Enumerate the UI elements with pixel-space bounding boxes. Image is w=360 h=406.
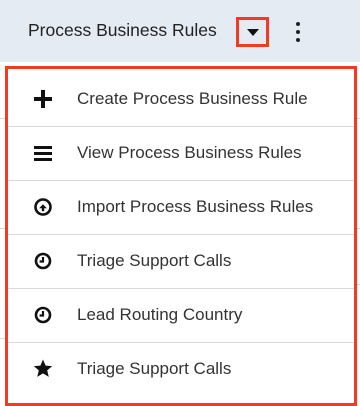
menu-item-label: Triage Support Calls xyxy=(77,251,232,270)
list-icon xyxy=(30,140,56,166)
clock-icon xyxy=(30,248,56,274)
menu-item-recent-lead-routing[interactable]: Lead Routing Country xyxy=(8,288,354,342)
clock-icon xyxy=(30,302,56,328)
actions-dropdown-menu: Create Process Business Rule View Proces… xyxy=(5,66,357,406)
menu-item-view[interactable]: View Process Business Rules xyxy=(8,126,354,180)
caret-down-icon xyxy=(247,29,259,36)
menu-item-create[interactable]: Create Process Business Rule xyxy=(8,72,354,126)
upload-circle-icon xyxy=(30,194,56,220)
kebab-menu-icon[interactable] xyxy=(294,22,302,44)
menu-item-label: Lead Routing Country xyxy=(77,305,243,324)
menu-item-import[interactable]: Import Process Business Rules xyxy=(8,180,354,234)
menu-item-label: Import Process Business Rules xyxy=(77,197,314,216)
actions-dropdown-button[interactable] xyxy=(236,17,269,47)
menu-item-favorite-triage[interactable]: Triage Support Calls xyxy=(8,342,354,396)
menu-item-label: Create Process Business Rule xyxy=(77,89,308,108)
module-title[interactable]: Process Business Rules xyxy=(28,20,217,41)
menu-item-label: Triage Support Calls xyxy=(77,359,232,378)
plus-icon xyxy=(30,86,56,112)
menu-item-label: View Process Business Rules xyxy=(77,143,302,162)
star-icon xyxy=(30,356,56,382)
menu-item-recent-triage[interactable]: Triage Support Calls xyxy=(8,234,354,288)
module-header: Process Business Rules xyxy=(0,0,360,62)
